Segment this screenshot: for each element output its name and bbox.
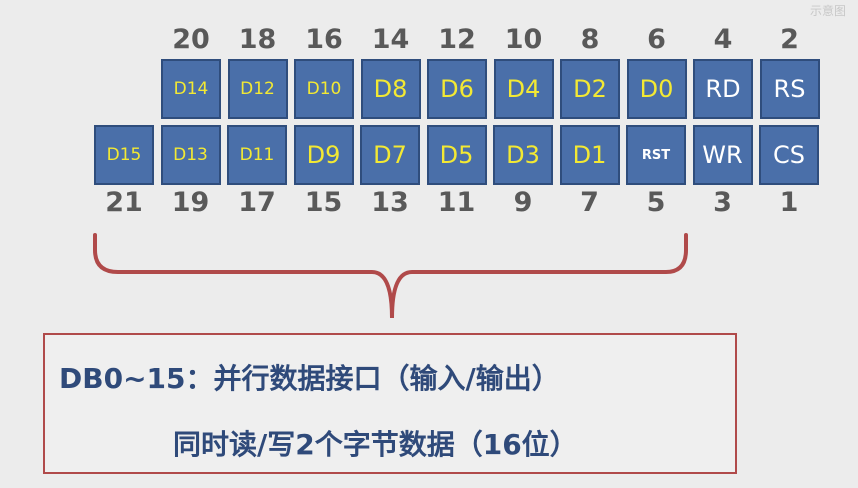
description-line-2: 同时读/写2个字节数据（16位）	[173, 428, 578, 461]
description-box: DB0~15：并行数据接口（输入/输出） 同时读/写2个字节数据（16位）	[43, 333, 737, 474]
description-line-1: DB0~15：并行数据接口（输入/输出）	[59, 362, 560, 395]
